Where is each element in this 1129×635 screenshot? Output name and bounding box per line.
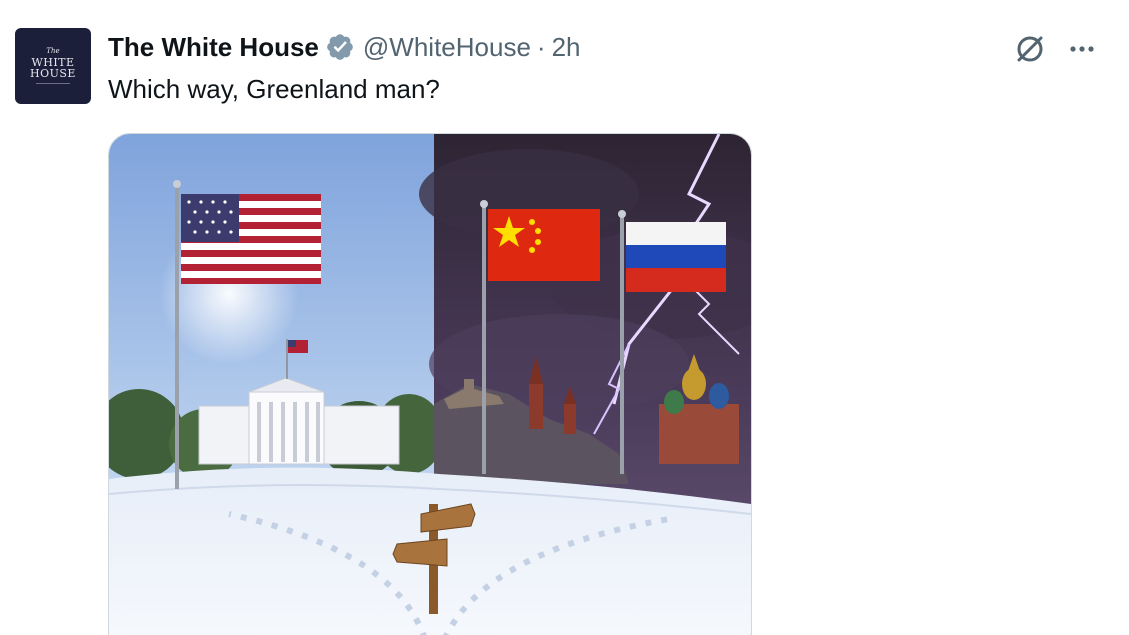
verified-badge-icon[interactable]: [325, 32, 355, 62]
handle[interactable]: @WhiteHouse: [363, 32, 531, 63]
grok-icon[interactable]: [1010, 32, 1050, 66]
crossroads-illustration: [109, 134, 751, 635]
more-icon[interactable]: [1062, 32, 1102, 66]
timestamp[interactable]: 2h: [552, 32, 581, 63]
separator-dot: ·: [536, 31, 546, 62]
tweet-text: Which way, Greenland man?: [108, 74, 440, 104]
tweet-image[interactable]: [108, 133, 752, 635]
avatar-text-small: The: [46, 47, 60, 55]
avatar[interactable]: The WHITE HOUSE: [15, 28, 91, 104]
avatar-text-line2: HOUSE: [30, 67, 76, 80]
tweet-header: The White House @WhiteHouse · 2h: [108, 30, 581, 64]
display-name[interactable]: The White House: [108, 32, 319, 63]
avatar-rule: [36, 83, 70, 84]
tweet[interactable]: The WHITE HOUSE The White House @WhiteHo…: [0, 0, 1129, 635]
